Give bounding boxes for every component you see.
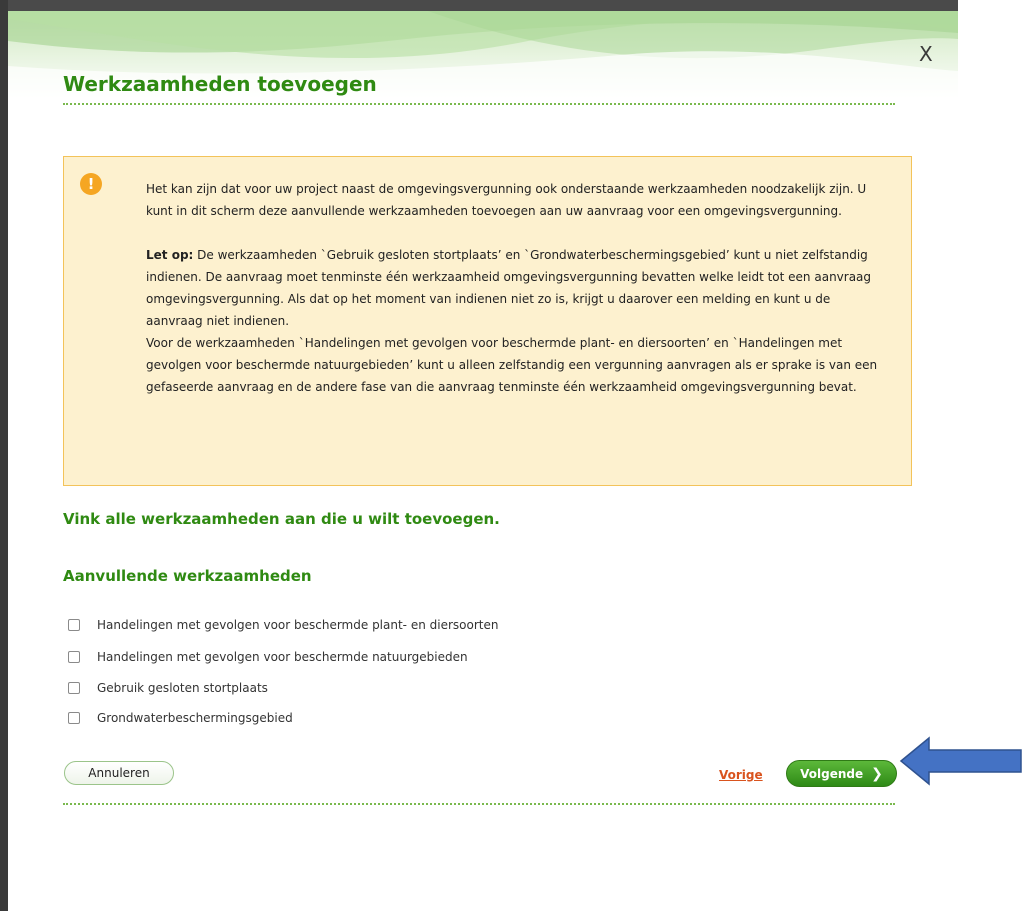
previous-link[interactable]: Vorige	[719, 768, 763, 782]
blue-arrow-left-icon	[899, 736, 1022, 786]
warning-text: Het kan zijn dat voor uw project naast d…	[146, 178, 886, 398]
warning-paragraph-3: Voor de werkzaamheden `Handelingen met g…	[146, 336, 878, 394]
let-op-label: Let op:	[146, 248, 194, 262]
next-button[interactable]: Volgende ❯	[786, 760, 897, 787]
chevron-right-icon: ❯	[871, 765, 883, 782]
window-top-edge	[0, 0, 958, 11]
dialog: X Werkzaamheden toevoegen ! Het kan zijn…	[8, 11, 958, 911]
section-title: Aanvullende werkzaamheden	[63, 567, 312, 585]
option-label[interactable]: Handelingen met gevolgen voor beschermde…	[97, 618, 498, 632]
instruction-heading: Vink alle werkzaamheden aan die u wilt t…	[63, 510, 500, 528]
option-label[interactable]: Grondwaterbeschermingsgebied	[97, 711, 293, 725]
window-left-edge	[0, 0, 8, 911]
option-row[interactable]: Handelingen met gevolgen voor beschermde…	[68, 648, 468, 666]
option-checkbox[interactable]	[68, 682, 80, 694]
option-row[interactable]: Gebruik gesloten stortplaats	[68, 679, 268, 697]
footer-divider	[63, 803, 895, 805]
warning-box: ! Het kan zijn dat voor uw project naast…	[63, 156, 912, 486]
option-label[interactable]: Gebruik gesloten stortplaats	[97, 681, 268, 695]
next-button-label: Volgende	[800, 766, 864, 781]
dialog-title: Werkzaamheden toevoegen	[63, 72, 377, 96]
cancel-button[interactable]: Annuleren	[64, 761, 174, 785]
option-checkbox[interactable]	[68, 712, 80, 724]
warning-paragraph-1: Het kan zijn dat voor uw project naast d…	[146, 182, 867, 218]
option-row[interactable]: Handelingen met gevolgen voor beschermde…	[68, 616, 498, 634]
title-divider	[63, 103, 895, 105]
option-row[interactable]: Grondwaterbeschermingsgebied	[68, 709, 293, 727]
close-button[interactable]: X	[919, 42, 933, 66]
option-checkbox[interactable]	[68, 651, 80, 663]
warning-paragraph-2-text: De werkzaamheden `Gebruik gesloten stort…	[146, 248, 872, 328]
option-checkbox[interactable]	[68, 619, 80, 631]
warning-paragraph-2: Let op: De werkzaamheden `Gebruik geslot…	[146, 244, 886, 332]
option-label[interactable]: Handelingen met gevolgen voor beschermde…	[97, 650, 468, 664]
exclamation-icon: !	[80, 173, 102, 195]
